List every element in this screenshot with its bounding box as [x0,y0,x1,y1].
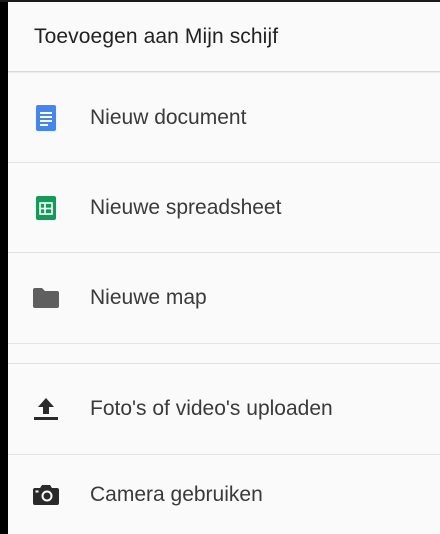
sheets-icon [26,188,66,228]
camera-item[interactable]: Camera gebruiken [8,455,440,534]
new-spreadsheet-item[interactable]: Nieuwe spreadsheet [8,163,440,253]
window-edge [0,0,8,534]
menu-title: Toevoegen aan Mijn schijf [34,24,279,48]
section-divider [8,344,440,364]
docs-icon [26,98,66,138]
upload-icon [26,389,66,429]
camera-icon [26,475,66,515]
upload-label: Foto's of video's uploaden [90,397,333,420]
add-to-drive-dialog: Toevoegen aan Mijn schijf Nieuw document [0,0,440,534]
new-folder-item[interactable]: Nieuwe map [8,253,440,344]
new-document-item[interactable]: Nieuw document [8,74,440,163]
menu-header: Toevoegen aan Mijn schijf [8,2,440,72]
camera-label: Camera gebruiken [90,482,263,506]
upload-item[interactable]: Foto's of video's uploaden [8,364,440,455]
menu-panel: Toevoegen aan Mijn schijf Nieuw document [8,2,440,534]
new-document-label: Nieuw document [90,106,247,129]
folder-icon [26,278,66,318]
new-spreadsheet-label: Nieuwe spreadsheet [90,195,282,219]
new-folder-label: Nieuwe map [90,286,207,309]
